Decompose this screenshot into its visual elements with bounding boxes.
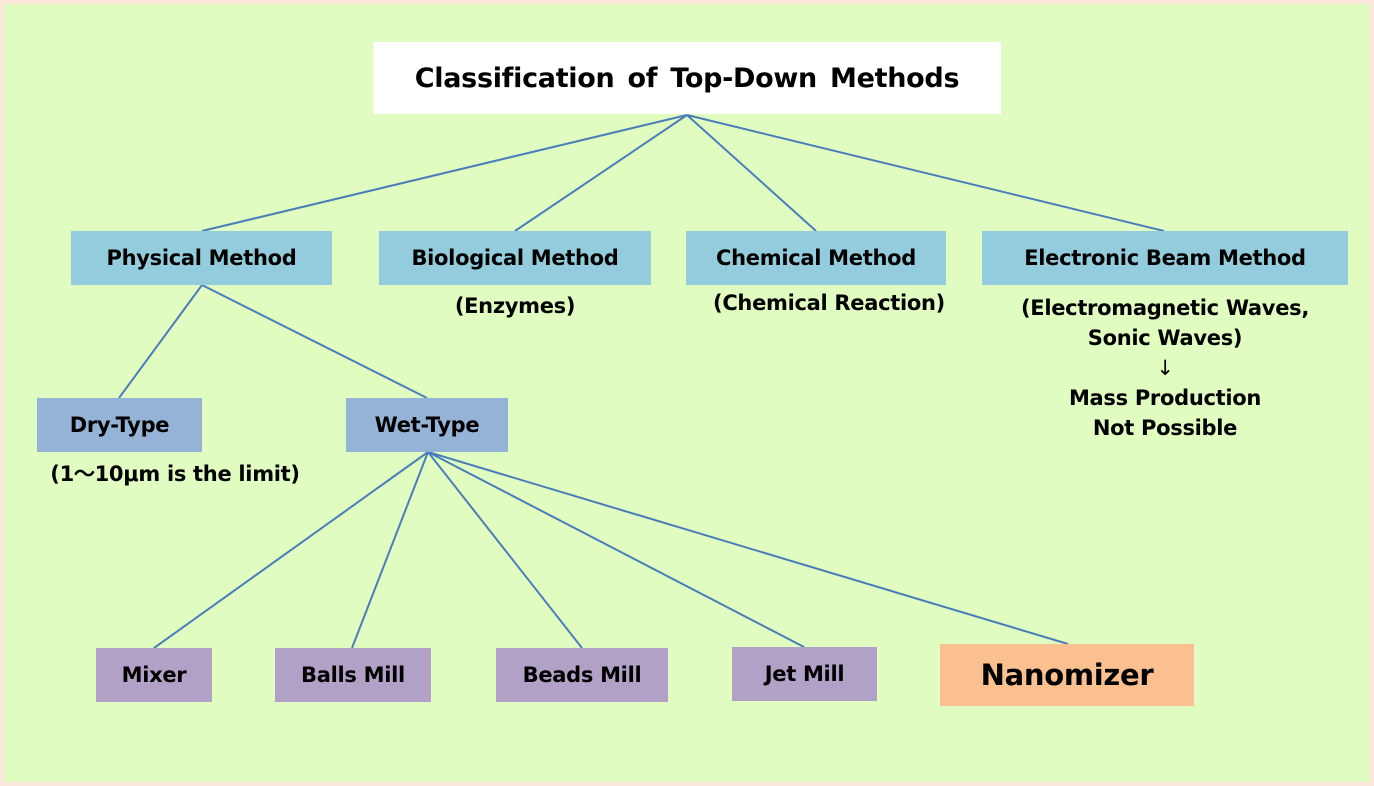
node-nanomizer: Nanomizer	[940, 644, 1194, 706]
note-chemical: (Chemical Reaction)	[713, 291, 945, 315]
note-line: Mass Production	[1068, 386, 1262, 410]
note-line: Not Possible	[1092, 416, 1238, 440]
link-title-chemical	[686, 114, 817, 232]
link-wet-nanomizer	[427, 451, 1069, 645]
node-beads-mill: Beads Mill	[496, 648, 668, 702]
node-mixer: Mixer	[96, 648, 212, 702]
node-label: Nanomizer	[980, 658, 1154, 692]
link-title-physical	[201, 114, 688, 232]
node-balls-mill: Balls Mill	[275, 648, 431, 702]
node-chemical-method: Chemical Method	[686, 231, 946, 285]
node-label: Biological Method	[411, 246, 619, 270]
diagram-title: Classification of Top-Down Methods	[373, 42, 1001, 114]
link-title-biological	[514, 114, 688, 232]
node-label: Chemical Method	[716, 246, 916, 270]
note-biological: (Enzymes)	[454, 294, 576, 318]
note-line: (Electromagnetic Waves,	[1020, 296, 1310, 320]
node-wet-type: Wet-Type	[346, 398, 508, 452]
node-label: Mixer	[121, 663, 187, 687]
node-label: Electronic Beam Method	[1024, 246, 1306, 270]
node-electronic-beam-method: Electronic Beam Method	[982, 231, 1348, 285]
node-physical-method: Physical Method	[71, 231, 332, 285]
node-label: Dry-Type	[69, 413, 170, 437]
node-label: Physical Method	[106, 246, 297, 270]
link-wet-beads-mill	[427, 451, 583, 649]
note-electronic-beam: (Electromagnetic Waves, Sonic Waves) ↓ M…	[982, 293, 1348, 443]
node-biological-method: Biological Method	[379, 231, 651, 285]
down-arrow-icon: ↓	[1156, 356, 1174, 380]
node-label: Beads Mill	[522, 663, 642, 687]
note-line: Sonic Waves)	[1087, 326, 1243, 350]
node-label: Balls Mill	[301, 663, 405, 687]
link-wet-balls-mill	[351, 451, 429, 649]
diagram-title-text: Classification of Top-Down Methods	[414, 62, 960, 94]
node-dry-type: Dry-Type	[37, 398, 202, 452]
link-physical-dry	[118, 284, 203, 399]
note-dry-type: (1～10μm is the limit)	[50, 462, 300, 486]
node-jet-mill: Jet Mill	[732, 647, 877, 701]
node-label: Jet Mill	[764, 662, 845, 686]
link-title-electronic	[686, 114, 1165, 232]
node-label: Wet-Type	[374, 413, 480, 437]
link-wet-jet-mill	[427, 451, 805, 648]
